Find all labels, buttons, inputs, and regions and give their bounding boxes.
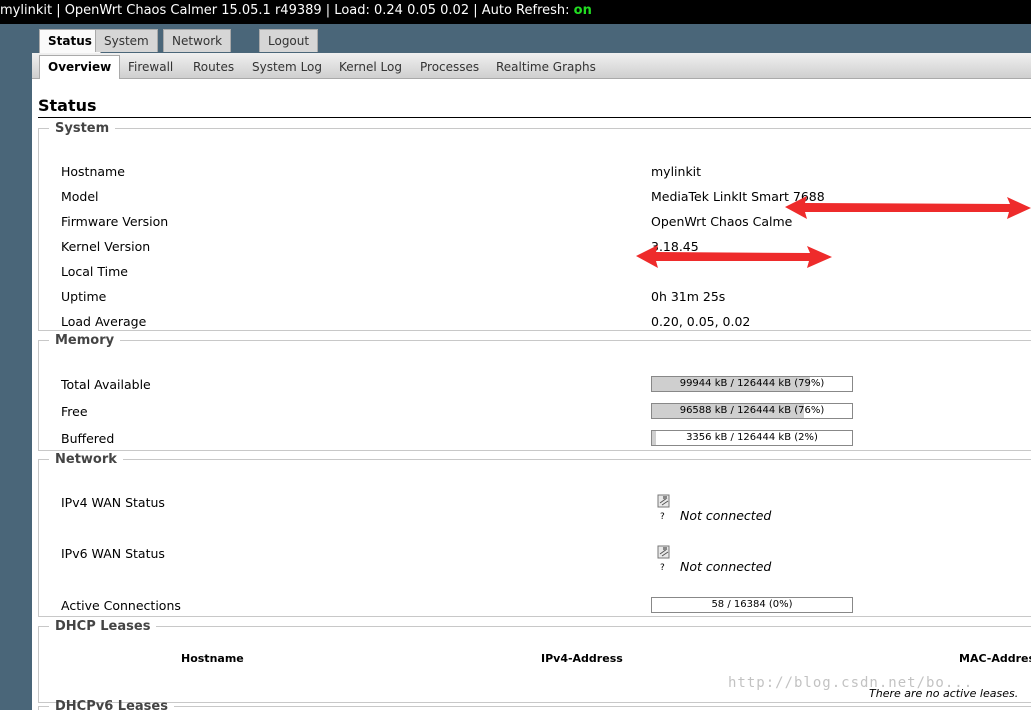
red-arrow-annotation (785, 196, 1031, 219)
subtab-routes[interactable]: Routes (185, 56, 242, 78)
active-connections-label: Active Connections (61, 598, 181, 613)
sub-menu: Overview Firewall Routes System Log Kern… (32, 53, 1031, 79)
status-bar-text: mylinkit | OpenWrt Chaos Calmer 15.05.1 … (0, 3, 574, 18)
main-content: Overview Firewall Routes System Log Kern… (32, 53, 1031, 710)
buffered-label: Buffered (61, 431, 115, 446)
subtab-overview[interactable]: Overview (39, 55, 121, 79)
page-title: Status (38, 96, 97, 115)
load-label: Load Average (61, 314, 147, 329)
subtab-processes[interactable]: Processes (412, 56, 487, 78)
title-divider (38, 117, 1031, 118)
hostname-value: mylinkit (651, 164, 702, 179)
ipv4-wan-label: IPv4 WAN Status (61, 495, 165, 510)
tab-status[interactable]: Status (39, 29, 101, 53)
question-mark: ? (660, 563, 665, 572)
watermark: http://blog.csdn.net/bo... (728, 675, 974, 691)
top-status-bar: mylinkit | OpenWrt Chaos Calmer 15.05.1 … (0, 0, 1031, 24)
memory-legend: Memory (55, 333, 115, 348)
system-legend: System (55, 121, 110, 136)
dhcpv6-section: DHCPv6 Leases (38, 699, 1031, 710)
kernel-label: Kernel Version (61, 239, 151, 254)
col-ipv4-address: IPv4-Address (541, 652, 623, 665)
model-label: Model (61, 189, 99, 204)
bar-text: 58 / 16384 (0%) (711, 599, 793, 610)
uptime-label: Uptime (61, 289, 107, 304)
main-menu: Status System Network Logout (32, 24, 1031, 53)
local-time-label: Local Time (61, 264, 128, 279)
bar-text: 3356 kB / 126444 kB (2%) (686, 432, 818, 443)
hostname-label: Hostname (61, 164, 125, 179)
ipv6-wan-label: IPv6 WAN Status (61, 546, 165, 561)
ipv4-wan-status: Not connected (680, 508, 772, 523)
tab-logout[interactable]: Logout (259, 29, 319, 52)
total-available-bar: 99944 kB / 126444 kB (79%) (651, 376, 853, 392)
network-disconnected-icon: ? (657, 545, 670, 572)
col-mac-address: MAC-Address (959, 652, 1031, 665)
tab-system[interactable]: System (95, 29, 158, 52)
subtab-realtime-graphs[interactable]: Realtime Graphs (488, 56, 604, 78)
buffered-bar: 3356 kB / 126444 kB (2%) (651, 430, 853, 446)
bar-text: 99944 kB / 126444 kB (79%) (679, 378, 825, 389)
free-label: Free (61, 404, 88, 419)
tab-network[interactable]: Network (163, 29, 232, 52)
subtab-system-log[interactable]: System Log (244, 56, 330, 78)
ipv6-wan-status: Not connected (680, 559, 772, 574)
total-available-label: Total Available (61, 377, 151, 392)
red-arrow-annotation (636, 245, 832, 268)
uptime-value: 0h 31m 25s (651, 289, 726, 304)
col-hostname: Hostname (181, 652, 244, 665)
firmware-label: Firmware Version (61, 214, 169, 229)
subtab-kernel-log[interactable]: Kernel Log (331, 56, 410, 78)
network-section: Network IPv4 WAN Status ? Not connected … (38, 452, 1031, 617)
auto-refresh-toggle[interactable]: on (574, 3, 592, 18)
free-bar: 96588 kB / 126444 kB (76%) (651, 403, 853, 419)
dhcpv6-legend: DHCPv6 Leases (55, 699, 168, 710)
subtab-firewall[interactable]: Firewall (120, 56, 181, 78)
bar-fill (652, 431, 656, 445)
memory-section: Memory Total Available 99944 kB / 126444… (38, 333, 1031, 451)
active-connections-bar: 58 / 16384 (0%) (651, 597, 853, 613)
dhcp-legend: DHCP Leases (55, 619, 151, 634)
question-mark: ? (660, 512, 665, 521)
network-disconnected-icon: ? (657, 494, 670, 521)
network-legend: Network (55, 452, 117, 467)
firmware-value: OpenWrt Chaos Calme (651, 214, 793, 229)
load-value: 0.20, 0.05, 0.02 (651, 314, 751, 329)
system-section: System Hostname mylinkit Model MediaTek … (38, 121, 1031, 331)
bar-text: 96588 kB / 126444 kB (76%) (679, 405, 825, 416)
